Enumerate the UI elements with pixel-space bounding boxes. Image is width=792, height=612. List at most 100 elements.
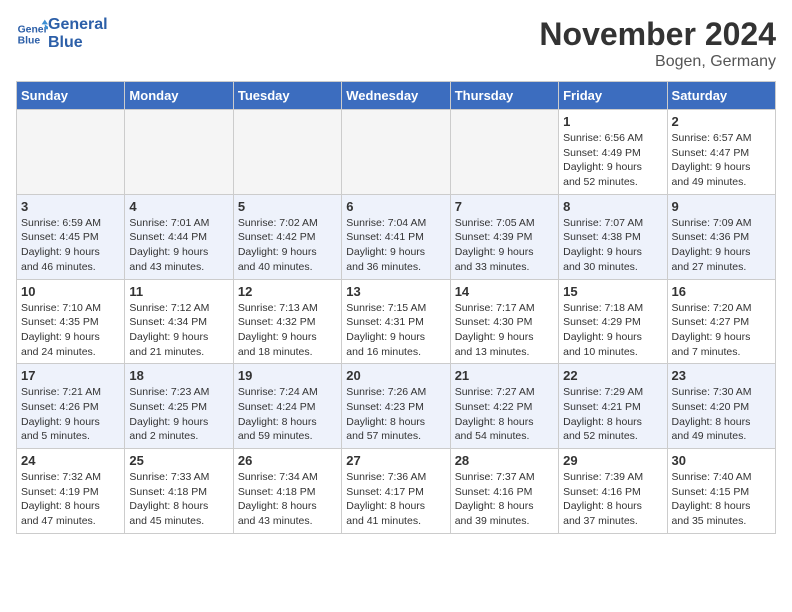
col-header-thursday: Thursday [450,82,558,110]
day-number: 2 [672,114,771,129]
day-info: Sunrise: 7:39 AM Sunset: 4:16 PM Dayligh… [563,470,662,529]
day-cell-7: 7 Sunrise: 7:05 AM Sunset: 4:39 PM Daylig… [450,194,558,279]
day-cell-17: 17Sunrise: 7:21 AM Sunset: 4:26 PM Dayli… [17,364,125,449]
calendar-week-5: 24 Sunrise: 7:32 AM Sunset: 4:19 PM Dayli… [17,449,776,534]
day-cell-27: 27Sunrise: 7:36 AM Sunset: 4:17 PM Dayli… [342,449,450,534]
empty-cell [125,110,233,195]
day-info: Sunrise: 7:40 AM Sunset: 4:15 PM Dayligh… [672,470,771,529]
day-cell-9: 9 Sunrise: 7:09 AM Sunset: 4:36 PM Daylig… [667,194,775,279]
day-info: Sunrise: 7:18 AM Sunset: 4:29 PM Dayligh… [563,301,662,360]
day-info: Sunrise: 7:04 AM Sunset: 4:41 PM Dayligh… [346,216,445,275]
day-number: 26 [238,453,337,468]
day-info: Sunrise: 6:57 AM Sunset: 4:47 PM Dayligh… [672,131,771,190]
day-cell-25: 25 Sunrise: 7:33 AM Sunset: 4:18 PM Dayli… [125,449,233,534]
day-number: 12 [238,284,337,299]
day-number: 21 [455,368,554,383]
empty-cell [450,110,558,195]
day-cell-4: 4Sunrise: 7:01 AM Sunset: 4:44 PM Daylig… [125,194,233,279]
logo-text-general: General [48,16,108,33]
day-info: Sunrise: 7:32 AM Sunset: 4:19 PM Dayligh… [21,470,120,529]
day-cell-10: 10 Sunrise: 7:10 AM Sunset: 4:35 PM Dayli… [17,279,125,364]
col-header-wednesday: Wednesday [342,82,450,110]
day-number: 30 [672,453,771,468]
day-info: Sunrise: 7:33 AM Sunset: 4:18 PM Dayligh… [129,470,228,529]
day-info: Sunrise: 7:24 AM Sunset: 4:24 PM Dayligh… [238,385,337,444]
day-info: Sunrise: 7:34 AM Sunset: 4:18 PM Dayligh… [238,470,337,529]
day-number: 13 [346,284,445,299]
day-number: 23 [672,368,771,383]
day-cell-8: 8Sunrise: 7:07 AM Sunset: 4:38 PM Daylig… [559,194,667,279]
calendar-week-3: 10 Sunrise: 7:10 AM Sunset: 4:35 PM Dayli… [17,279,776,364]
day-cell-6: 6 Sunrise: 7:04 AM Sunset: 4:41 PM Daylig… [342,194,450,279]
day-number: 3 [21,199,120,214]
day-number: 4 [129,199,228,214]
col-header-sunday: Sunday [17,82,125,110]
day-info: Sunrise: 7:37 AM Sunset: 4:16 PM Dayligh… [455,470,554,529]
day-number: 7 [455,199,554,214]
day-number: 1 [563,114,662,129]
day-number: 15 [563,284,662,299]
title-area: November 2024 Bogen, Germany [539,16,776,71]
day-cell-13: 13 Sunrise: 7:15 AM Sunset: 4:31 PM Dayli… [342,279,450,364]
location: Bogen, Germany [539,53,776,71]
day-cell-19: 19Sunrise: 7:24 AM Sunset: 4:24 PM Dayli… [233,364,341,449]
day-cell-5: 5Sunrise: 7:02 AM Sunset: 4:42 PM Daylig… [233,194,341,279]
day-info: Sunrise: 7:05 AM Sunset: 4:39 PM Dayligh… [455,216,554,275]
day-cell-12: 12 Sunrise: 7:13 AM Sunset: 4:32 PM Dayli… [233,279,341,364]
empty-cell [17,110,125,195]
calendar-header-row: SundayMondayTuesdayWednesdayThursdayFrid… [17,82,776,110]
day-info: Sunrise: 6:56 AM Sunset: 4:49 PM Dayligh… [563,131,662,190]
page-header: General Blue General Blue November 2024 … [16,16,776,71]
day-cell-22: 22 Sunrise: 7:29 AM Sunset: 4:21 PM Dayli… [559,364,667,449]
day-number: 25 [129,453,228,468]
day-cell-16: 16 Sunrise: 7:20 AM Sunset: 4:27 PM Dayli… [667,279,775,364]
svg-text:Blue: Blue [18,35,41,46]
empty-cell [233,110,341,195]
day-number: 10 [21,284,120,299]
day-info: Sunrise: 7:10 AM Sunset: 4:35 PM Dayligh… [21,301,120,360]
day-number: 29 [563,453,662,468]
day-number: 22 [563,368,662,383]
calendar-table: SundayMondayTuesdayWednesdayThursdayFrid… [16,81,776,534]
day-number: 27 [346,453,445,468]
day-info: Sunrise: 7:26 AM Sunset: 4:23 PM Dayligh… [346,385,445,444]
day-cell-14: 14 Sunrise: 7:17 AM Sunset: 4:30 PM Dayli… [450,279,558,364]
day-info: Sunrise: 7:20 AM Sunset: 4:27 PM Dayligh… [672,301,771,360]
day-cell-26: 26 Sunrise: 7:34 AM Sunset: 4:18 PM Dayli… [233,449,341,534]
day-info: Sunrise: 7:13 AM Sunset: 4:32 PM Dayligh… [238,301,337,360]
day-cell-20: 20Sunrise: 7:26 AM Sunset: 4:23 PM Dayli… [342,364,450,449]
day-info: Sunrise: 7:21 AM Sunset: 4:26 PM Dayligh… [21,385,120,444]
logo-text-blue: Blue [48,34,83,51]
day-info: Sunrise: 7:27 AM Sunset: 4:22 PM Dayligh… [455,385,554,444]
logo: General Blue General Blue [16,16,108,51]
day-number: 14 [455,284,554,299]
col-header-friday: Friday [559,82,667,110]
day-cell-18: 18 Sunrise: 7:23 AM Sunset: 4:25 PM Dayli… [125,364,233,449]
day-cell-28: 28Sunrise: 7:37 AM Sunset: 4:16 PM Dayli… [450,449,558,534]
day-cell-1: 1 Sunrise: 6:56 AM Sunset: 4:49 PM Daylig… [559,110,667,195]
day-info: Sunrise: 7:23 AM Sunset: 4:25 PM Dayligh… [129,385,228,444]
day-cell-30: 30 Sunrise: 7:40 AM Sunset: 4:15 PM Dayli… [667,449,775,534]
day-number: 8 [563,199,662,214]
day-info: Sunrise: 7:12 AM Sunset: 4:34 PM Dayligh… [129,301,228,360]
day-number: 9 [672,199,771,214]
day-info: Sunrise: 7:29 AM Sunset: 4:21 PM Dayligh… [563,385,662,444]
day-cell-2: 2 Sunrise: 6:57 AM Sunset: 4:47 PM Daylig… [667,110,775,195]
col-header-saturday: Saturday [667,82,775,110]
day-info: Sunrise: 7:30 AM Sunset: 4:20 PM Dayligh… [672,385,771,444]
day-number: 6 [346,199,445,214]
day-info: Sunrise: 7:17 AM Sunset: 4:30 PM Dayligh… [455,301,554,360]
day-number: 16 [672,284,771,299]
day-number: 18 [129,368,228,383]
logo-icon: General Blue [16,18,48,50]
day-info: Sunrise: 6:59 AM Sunset: 4:45 PM Dayligh… [21,216,120,275]
day-info: Sunrise: 7:15 AM Sunset: 4:31 PM Dayligh… [346,301,445,360]
day-cell-11: 11Sunrise: 7:12 AM Sunset: 4:34 PM Dayli… [125,279,233,364]
col-header-tuesday: Tuesday [233,82,341,110]
calendar-week-1: 1 Sunrise: 6:56 AM Sunset: 4:49 PM Daylig… [17,110,776,195]
day-cell-24: 24 Sunrise: 7:32 AM Sunset: 4:19 PM Dayli… [17,449,125,534]
day-info: Sunrise: 7:09 AM Sunset: 4:36 PM Dayligh… [672,216,771,275]
day-number: 24 [21,453,120,468]
day-cell-15: 15 Sunrise: 7:18 AM Sunset: 4:29 PM Dayli… [559,279,667,364]
day-cell-21: 21 Sunrise: 7:27 AM Sunset: 4:22 PM Dayli… [450,364,558,449]
